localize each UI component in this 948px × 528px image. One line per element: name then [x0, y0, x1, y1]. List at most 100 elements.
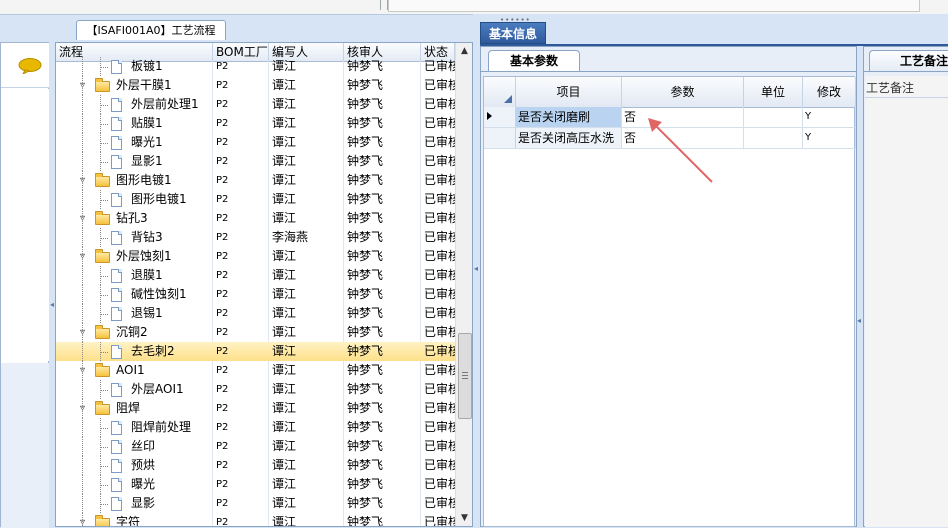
tab-basic-info[interactable]: 基本信息 [480, 22, 546, 44]
chat-bubble-icon[interactable] [18, 58, 42, 74]
tree-row[interactable]: 显影1 P2 谭江 钟梦飞 已审核 [56, 152, 455, 171]
tree-connector [82, 133, 83, 152]
tree-row[interactable]: ▿沉铜2P2谭江钟梦飞已审核 [56, 323, 455, 342]
tree-row[interactable]: ▿阻焊P2谭江钟梦飞已审核 [56, 399, 455, 418]
toolbar-separator [380, 0, 388, 10]
tree-row[interactable]: ▿外层蚀刻1P2谭江钟梦飞已审核 [56, 247, 455, 266]
tree-connector [82, 114, 83, 133]
tree-row[interactable]: 阻焊前处理 P2 谭江 钟梦飞 已审核 [56, 418, 455, 437]
tree-node-label: 钻孔3 [116, 211, 148, 225]
tree-row[interactable]: 预烘 P2 谭江 钟梦飞 已审核 [56, 456, 455, 475]
tree-node-label: 外层干膜1 [116, 78, 172, 92]
tree-row[interactable]: 去毛刺2 P2 谭江 钟梦飞 已审核 [56, 342, 455, 361]
param-cell[interactable]: 否 [622, 107, 744, 127]
notes-field-label: 工艺备注 [866, 81, 915, 95]
reviewer-cell: 钟梦飞 [347, 363, 384, 377]
tree-connector [82, 171, 83, 190]
tree-row[interactable]: 丝印 P2 谭江 钟梦飞 已审核 [56, 437, 455, 456]
column-header-item[interactable]: 项目 [516, 77, 622, 107]
tree-row[interactable]: 外层前处理1 P2 谭江 钟梦飞 已审核 [56, 95, 455, 114]
tree-row[interactable]: ▿钻孔3P2谭江钟梦飞已审核 [56, 209, 455, 228]
params-row[interactable]: 是否关闭高压水洗否 Y [484, 128, 856, 149]
bom-factory-cell: P2 [216, 460, 229, 471]
bom-factory-cell: P2 [216, 365, 229, 376]
tree-connector [82, 361, 83, 380]
bom-factory-cell: P2 [216, 270, 229, 281]
tree-row[interactable]: ▿图形电镀1P2谭江钟梦飞已审核 [56, 171, 455, 190]
item-cell[interactable]: 是否关闭磨刷 [516, 107, 622, 127]
document-icon [111, 345, 122, 359]
tree-connector [100, 494, 101, 513]
tree-row[interactable]: 背钻3 P2 李海燕 钟梦飞 已审核 [56, 228, 455, 247]
bom-factory-cell: P2 [216, 517, 229, 527]
tab-process-flow[interactable]: 【ISAFI001A0】工艺流程 [76, 20, 226, 40]
tree-row[interactable]: 退锡1 P2 谭江 钟梦飞 已审核 [56, 304, 455, 323]
scroll-down-icon[interactable]: ▼ [456, 510, 472, 526]
status-cell: 已审核 [424, 458, 455, 472]
status-cell: 已审核 [424, 515, 455, 527]
unit-cell[interactable] [744, 107, 803, 127]
tree-row[interactable]: 板镀1 P2 谭江 钟梦飞 已审核 [56, 57, 455, 76]
tab-process-notes[interactable]: 工艺备注 [869, 50, 948, 72]
tree-row[interactable]: 显影 P2 谭江 钟梦飞 已审核 [56, 494, 455, 513]
reviewer-cell: 钟梦飞 [347, 230, 384, 244]
param-cell[interactable]: 否 [622, 128, 744, 148]
scroll-up-icon[interactable]: ▲ [456, 43, 472, 59]
writer-cell: 谭江 [272, 325, 297, 339]
reviewer-cell: 钟梦飞 [347, 382, 384, 396]
tree-connector [100, 152, 101, 171]
tree-connector [82, 475, 83, 494]
tree-row[interactable]: 曝光 P2 谭江 钟梦飞 已审核 [56, 475, 455, 494]
tree-connector [100, 504, 108, 505]
column-header-modify[interactable]: 修改 [803, 77, 856, 107]
reviewer-cell: 钟梦飞 [347, 477, 384, 491]
writer-cell: 谭江 [272, 306, 297, 320]
bom-factory-cell: P2 [216, 327, 229, 338]
bom-factory-cell: P2 [216, 422, 229, 433]
modify-cell[interactable]: Y [803, 128, 856, 148]
tree-row[interactable]: ▿字符P2谭江钟梦飞已审核 [56, 513, 455, 527]
splitter-grip-icon: ◂ [474, 264, 479, 273]
tree-row[interactable]: 外层AOI1 P2 谭江 钟梦飞 已审核 [56, 380, 455, 399]
writer-cell: 谭江 [272, 116, 297, 130]
tree-connector [100, 456, 101, 475]
tree-vertical-scrollbar[interactable]: ▲ ▼ [455, 43, 472, 526]
tree-node-label: 阻焊 [116, 401, 141, 415]
right-header-bar: •••••• [480, 14, 948, 44]
tree-connector [100, 276, 108, 277]
left-panel-header [1, 43, 49, 88]
document-icon [111, 288, 122, 302]
tree-row[interactable]: 贴膜1 P2 谭江 钟梦飞 已审核 [56, 114, 455, 133]
tree-row[interactable]: 图形电镀1 P2 谭江 钟梦飞 已审核 [56, 190, 455, 209]
tab-basic-params[interactable]: 基本参数 [488, 50, 580, 72]
column-header-unit[interactable]: 单位 [744, 77, 803, 107]
row-selector[interactable] [484, 107, 516, 127]
center-splitter[interactable]: ◂ [473, 14, 480, 527]
tree-connector [100, 342, 101, 361]
tree-connector [100, 57, 101, 76]
tree-row[interactable]: 曝光1 P2 谭江 钟梦飞 已审核 [56, 133, 455, 152]
tree-row[interactable]: ▿AOI1P2谭江钟梦飞已审核 [56, 361, 455, 380]
tree-connector [100, 437, 101, 456]
status-cell: 已审核 [424, 477, 455, 491]
document-icon [111, 478, 122, 492]
unit-cell[interactable] [744, 128, 803, 148]
modify-cell[interactable]: Y [803, 107, 856, 127]
tree-connector [82, 76, 83, 95]
tree-row[interactable]: 碱性蚀刻1 P2 谭江 钟梦飞 已审核 [56, 285, 455, 304]
item-cell[interactable]: 是否关闭高压水洗 [516, 128, 622, 148]
drag-handle-dots[interactable]: •••••• [500, 16, 540, 24]
status-cell: 已审核 [424, 401, 455, 415]
tree-node-label: 预烘 [131, 458, 156, 472]
column-header-param[interactable]: 参数 [622, 77, 744, 107]
tree-node-label: 曝光1 [131, 135, 163, 149]
row-selector[interactable] [484, 128, 516, 148]
tree-row[interactable]: 退膜1 P2 谭江 钟梦飞 已审核 [56, 266, 455, 285]
params-grid: 项目 参数 单位 修改 是否关闭磨刷否 Y 是否关闭高压水洗否 Y [483, 76, 856, 527]
tree-node-label: 退膜1 [131, 268, 163, 282]
params-row[interactable]: 是否关闭磨刷否 Y [484, 107, 856, 128]
row-selector-header[interactable] [484, 77, 516, 107]
tree-row[interactable]: ▿外层干膜1P2谭江钟梦飞已审核 [56, 76, 455, 95]
scroll-thumb[interactable] [458, 333, 472, 419]
folder-icon [95, 325, 110, 339]
